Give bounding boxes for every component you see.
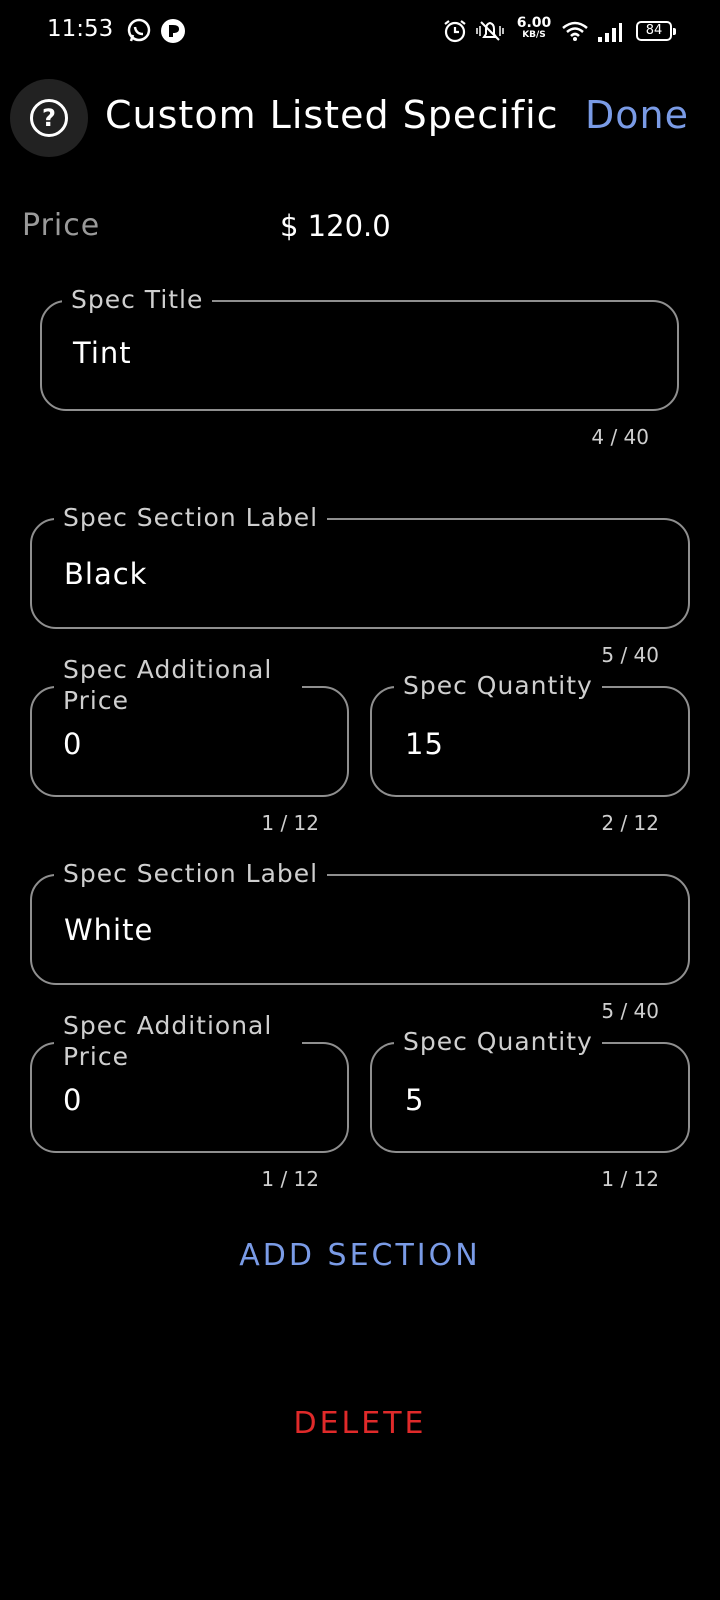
quantity-counter: 1 / 12: [601, 1167, 659, 1191]
page-title: Custom Listed Specific: [105, 93, 559, 137]
whatsapp-icon: [127, 18, 151, 42]
additional-price-field[interactable]: Spec Additional Price 0: [30, 654, 349, 797]
additional-price-label: Spec Additional Price: [54, 654, 302, 716]
additional-price-value[interactable]: 0: [63, 727, 82, 761]
wifi-icon: [562, 21, 588, 41]
additional-price-label: Spec Additional Price: [54, 1010, 302, 1072]
additional-price-value[interactable]: 0: [63, 1083, 82, 1117]
additional-price-counter: 1 / 12: [261, 1167, 319, 1191]
quantity-field[interactable]: Spec Quantity 15: [370, 671, 690, 797]
quantity-field[interactable]: Spec Quantity 5: [370, 1027, 690, 1153]
app-icon: [161, 19, 185, 43]
spec-title-counter: 4 / 40: [591, 425, 649, 449]
section-label-field[interactable]: Spec Section Label Black: [30, 503, 690, 629]
battery-icon: 84: [636, 21, 676, 41]
done-button[interactable]: Done: [585, 93, 689, 137]
additional-price-counter: 1 / 12: [261, 811, 319, 835]
mute-icon: [476, 21, 504, 41]
quantity-value[interactable]: 5: [405, 1083, 424, 1117]
price-value: $ 120.0: [280, 209, 391, 243]
quantity-value[interactable]: 15: [405, 727, 444, 761]
signal-icon: [598, 23, 622, 42]
add-section-button[interactable]: ADD SECTION: [0, 1238, 720, 1273]
quantity-label: Spec Quantity: [394, 1027, 602, 1057]
help-button[interactable]: ?: [10, 79, 88, 157]
section-label-counter: 5 / 40: [601, 643, 659, 667]
network-speed: 6.00 KB/S: [514, 15, 554, 41]
alarm-icon: [444, 20, 466, 43]
spec-title-label: Spec Title: [62, 285, 213, 315]
spec-title-value[interactable]: Tint: [73, 336, 132, 370]
quantity-label: Spec Quantity: [394, 671, 602, 701]
section-label-counter: 5 / 40: [601, 999, 659, 1023]
help-icon: ?: [30, 99, 68, 137]
delete-button[interactable]: DELETE: [0, 1406, 720, 1441]
additional-price-field[interactable]: Spec Additional Price 0: [30, 1010, 349, 1153]
quantity-counter: 2 / 12: [601, 811, 659, 835]
section-label-label: Spec Section Label: [54, 859, 328, 889]
price-label: Price: [22, 208, 101, 243]
section-label-label: Spec Section Label: [54, 503, 328, 533]
network-speed-value: 6.00: [516, 15, 552, 31]
section-label-field[interactable]: Spec Section Label White: [30, 859, 690, 985]
section-label-value[interactable]: White: [64, 913, 153, 947]
section-label-value[interactable]: Black: [64, 557, 147, 591]
spec-title-field[interactable]: Spec Title Tint: [40, 285, 679, 411]
status-time: 11:53: [47, 16, 114, 42]
